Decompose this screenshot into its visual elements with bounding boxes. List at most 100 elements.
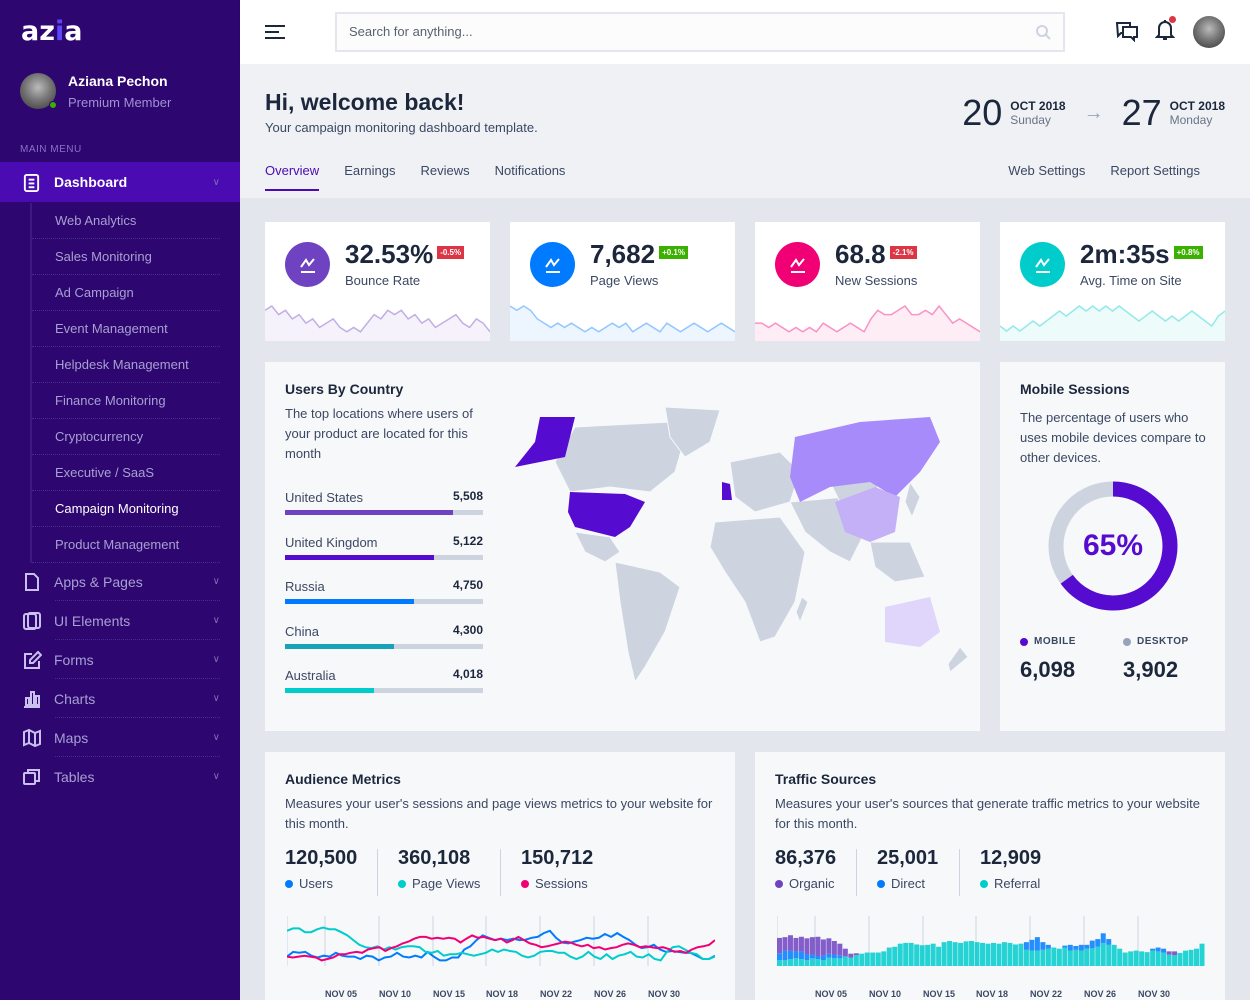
page-subtitle: Your campaign monitoring dashboard templ…	[265, 120, 538, 135]
sidebar-item-dashboard[interactable]: Dashboard ∨	[0, 162, 240, 202]
avatar[interactable]	[20, 73, 57, 109]
chat-icon[interactable]	[1115, 20, 1139, 42]
tab-reviews[interactable]: Reviews	[421, 163, 470, 190]
map-region-canada	[554, 421, 686, 493]
bar-organic	[782, 937, 788, 951]
sidebar-item-charts[interactable]: Charts ∨	[0, 679, 240, 718]
progress-bar	[285, 643, 483, 649]
menu-icon[interactable]	[265, 25, 285, 39]
progress-bar	[285, 510, 483, 515]
bar-chart-icon	[24, 690, 40, 708]
sidebar-item-apps-pages[interactable]: Apps & Pages ∨	[0, 562, 240, 601]
sidebar-item-forms[interactable]: Forms ∨	[0, 640, 240, 679]
sparkline	[755, 304, 980, 341]
bar-referral	[1012, 944, 1018, 966]
sidebar-item-label: Tables	[54, 768, 95, 785]
submenu-item-sales-monitoring[interactable]: Sales Monitoring	[32, 239, 220, 275]
legend-dot	[398, 879, 406, 888]
tab-web-settings[interactable]: Web Settings	[1008, 163, 1085, 190]
bar-referral	[809, 958, 815, 966]
card-title: Users By Country	[285, 381, 404, 397]
submenu-item-cryptocurrency[interactable]: Cryptocurrency	[32, 419, 220, 455]
tab-earnings[interactable]: Earnings	[344, 163, 395, 190]
bar-referral	[985, 943, 991, 966]
stat-label: Avg. Time on Site	[1080, 273, 1182, 288]
bar-referral	[1067, 950, 1073, 966]
tab-overview[interactable]: Overview	[265, 163, 320, 191]
audience-line-chart[interactable]	[287, 916, 715, 971]
bar-referral	[837, 958, 843, 966]
metric-direct: 25,001 Direct	[877, 847, 938, 891]
sidebar-item-label: Charts	[54, 690, 96, 707]
x-tick-label: NOV 22	[539, 989, 573, 999]
submenu-item-helpdesk-management[interactable]: Helpdesk Management	[32, 347, 220, 383]
search-input[interactable]: Search for anything...	[335, 12, 1065, 52]
bar-direct	[782, 950, 788, 961]
file-icon	[25, 572, 39, 591]
submenu-item-web-analytics[interactable]: Web Analytics	[32, 203, 220, 239]
sidebar-item-maps[interactable]: Maps ∨	[0, 718, 240, 757]
series-line-page-views	[287, 926, 715, 962]
date-range[interactable]: 20 OCT 2018 Sunday → 27 OCT 2018 Monday	[962, 92, 1225, 134]
map-region-europe	[729, 451, 801, 513]
submenu-item-ad-campaign[interactable]: Ad Campaign	[32, 275, 220, 311]
bar-organic	[831, 941, 837, 955]
bar-referral	[991, 942, 996, 966]
bar-referral	[1128, 951, 1134, 966]
legend-dot	[285, 879, 293, 888]
submenu-item-campaign-monitoring[interactable]: Campaign Monitoring	[32, 491, 220, 527]
notification-dot	[1169, 16, 1176, 23]
country-value: 4,750	[452, 578, 483, 592]
bar-direct	[1029, 939, 1035, 951]
bar-referral	[952, 942, 958, 966]
bar-direct	[1100, 933, 1106, 943]
sidebar: azia Aziana Pechon Premium Member MAIN M…	[0, 0, 240, 1000]
bar-direct	[1034, 937, 1040, 951]
search-icon[interactable]	[1035, 24, 1051, 40]
sidebar-item-ui-elements[interactable]: UI Elements ∨	[0, 601, 240, 640]
world-map[interactable]	[500, 402, 975, 702]
app-logo[interactable]: azia	[21, 16, 82, 47]
metric-users: 120,500 Users	[285, 847, 357, 891]
bar-direct	[1089, 940, 1095, 949]
divider	[959, 849, 960, 896]
bar-referral	[925, 944, 931, 966]
card-title: Traffic Sources	[775, 771, 877, 787]
bar-direct	[1084, 944, 1090, 949]
traffic-bar-chart[interactable]	[777, 916, 1205, 971]
bar-direct	[1161, 948, 1167, 953]
bar-referral	[842, 956, 848, 966]
metric-label: Sessions	[535, 876, 588, 891]
user-avatar[interactable]	[1193, 16, 1225, 48]
progress-fill	[285, 643, 394, 649]
user-profile[interactable]	[20, 73, 57, 109]
bar-referral	[777, 960, 782, 966]
metric-label: Referral	[994, 876, 1041, 891]
submenu-item-finance-monitoring[interactable]: Finance Monitoring	[32, 383, 220, 419]
bar-referral	[1155, 951, 1161, 966]
desktop-value: 3,902	[1123, 657, 1179, 682]
date-to-day: 27	[1121, 92, 1162, 133]
edit-icon	[24, 650, 42, 669]
submenu-item-event-management[interactable]: Event Management	[32, 311, 220, 347]
submenu-item-product-management[interactable]: Product Management	[32, 527, 220, 563]
donut-percent-label: 65%	[1082, 529, 1144, 562]
bar-referral	[1183, 950, 1189, 966]
progress-fill	[285, 554, 434, 560]
country-name: United Kingdom	[285, 534, 378, 550]
tab-report-settings[interactable]: Report Settings	[1110, 163, 1200, 190]
clipboard-icon	[23, 173, 40, 192]
settings-tabs: Web Settings Report Settings	[983, 163, 1200, 190]
bar-referral	[1161, 952, 1167, 966]
progress-fill	[285, 688, 375, 693]
bar-referral	[1007, 942, 1013, 966]
sidebar-item-tables[interactable]: Tables ∨	[0, 757, 240, 796]
bar-organic	[826, 938, 832, 954]
online-status-dot	[49, 101, 57, 109]
submenu-item-executive-saas[interactable]: Executive / SaaS	[32, 455, 220, 491]
country-name: United States	[285, 490, 364, 505]
legend-mobile: MOBILE	[1020, 636, 1076, 647]
map-region-southeast-asia	[869, 541, 926, 583]
tab-notifications[interactable]: Notifications	[495, 163, 566, 190]
change-badge: -2.1%	[889, 245, 917, 259]
